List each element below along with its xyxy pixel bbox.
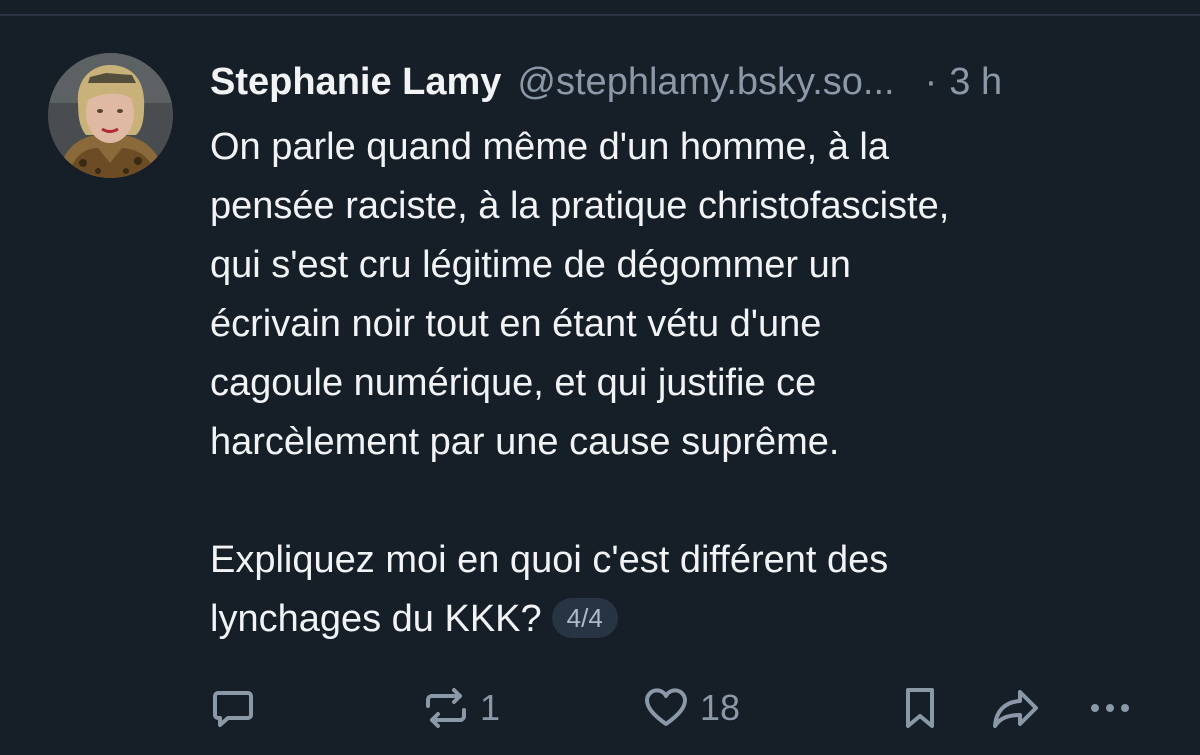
author-display-name[interactable]: Stephanie Lamy: [210, 56, 501, 108]
time-separator: ·: [924, 61, 938, 103]
thread-position-badge[interactable]: 4/4: [551, 598, 618, 638]
post-line: harcèlement par une cause suprême.: [210, 421, 840, 463]
post-timestamp[interactable]: 3 h: [949, 56, 1002, 108]
like-button[interactable]: 18: [642, 680, 740, 736]
like-count: 18: [700, 687, 741, 728]
post: Stephanie Lamy @stephlamy.bsky.so... · 3…: [0, 0, 1200, 755]
reply-icon: [213, 691, 253, 727]
top-divider: [0, 14, 1200, 16]
post-line: qui s'est cru légitime de dégommer un: [210, 244, 851, 286]
author-handle[interactable]: @stephlamy.bsky.so...: [517, 56, 894, 108]
post-line: pensée raciste, à la pratique christofas…: [210, 185, 950, 227]
bookmark-button[interactable]: [898, 680, 942, 736]
post-line: Expliquez moi en quoi c'est différent de…: [210, 539, 889, 581]
share-button[interactable]: [990, 680, 1042, 736]
repost-count: 1: [480, 687, 501, 728]
repost-button[interactable]: 1: [422, 680, 500, 736]
post-line: cagoule numérique, et qui justifie ce: [210, 362, 817, 404]
post-line-text: lynchages du KKK?: [210, 598, 542, 640]
reply-button[interactable]: [210, 680, 256, 736]
bookmark-icon: [906, 688, 934, 728]
post-last-line: lynchages du KKK? 4/4: [210, 590, 1170, 649]
post-line: On parle quand même d'un homme, à la: [210, 126, 889, 168]
post-body: On parle quand même d'un homme, à la pen…: [210, 118, 1170, 649]
repost-icon: [426, 688, 466, 728]
more-icon: [1091, 704, 1129, 712]
more-options-button[interactable]: [1085, 680, 1135, 736]
avatar[interactable]: [48, 53, 173, 178]
post-line: écrivain noir tout en étant vétu d'une: [210, 303, 822, 345]
post-header: Stephanie Lamy @stephlamy.bsky.so... · 3…: [210, 56, 1170, 108]
action-bar: 1 18: [210, 680, 1170, 736]
share-icon: [993, 690, 1038, 728]
avatar-image: [48, 53, 173, 178]
heart-icon: [645, 688, 687, 726]
